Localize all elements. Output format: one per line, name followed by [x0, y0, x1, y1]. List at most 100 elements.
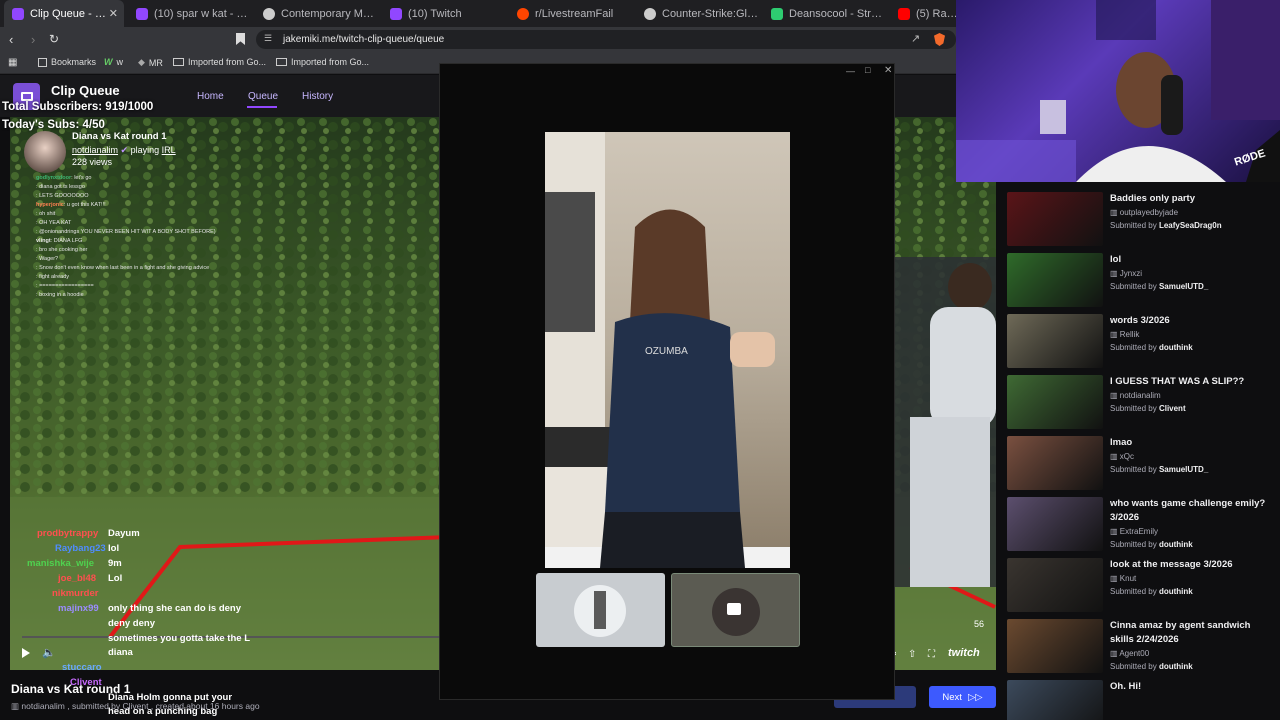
video-thumbnail-1[interactable]: [536, 573, 665, 647]
w-logo-icon: W: [104, 57, 113, 67]
url-bar[interactable]: ☰ jakemiki.me/twitch-clip-queue/queue ↗: [256, 30, 956, 49]
tab-4[interactable]: r/LivestreamFail: [509, 0, 634, 27]
clip-title: Diana vs Kat round 1: [72, 131, 167, 142]
nav-home[interactable]: Home: [197, 91, 224, 102]
tab-label: Deansocool - Streamer Ou: [789, 7, 888, 20]
nav-queue-underline: [247, 106, 277, 108]
volume-icon[interactable]: 🔈: [42, 646, 56, 659]
channel-avatar[interactable]: [24, 131, 66, 173]
queue-item-channel: ▥ outplayedbyjade: [1110, 208, 1179, 217]
clip-icon: ▥: [11, 701, 20, 711]
bookmark-w[interactable]: Ww: [104, 57, 123, 67]
tab-3[interactable]: (10) Twitch: [382, 0, 507, 27]
queue-item-thumbnail[interactable]: [1007, 558, 1103, 612]
close-icon[interactable]: ✕: [109, 7, 118, 20]
reddit-icon: [517, 7, 529, 20]
queue-item-thumbnail[interactable]: [1007, 253, 1103, 307]
nav-queue[interactable]: Queue: [248, 91, 278, 102]
folder-icon: [173, 58, 184, 66]
tab-5[interactable]: Counter-Strike:Global Offe: [636, 0, 761, 27]
tab-label: (10) spar w kat - Twitch: [154, 7, 253, 20]
clip-meta: notdianalim , submitted by Clivent , cre…: [21, 701, 260, 711]
video-thumbnail-2[interactable]: [671, 573, 800, 647]
url-text[interactable]: jakemiki.me/twitch-clip-queue/queue: [283, 34, 444, 45]
clip-icon: ▥: [1110, 574, 1120, 583]
nav-history[interactable]: History: [302, 91, 333, 102]
chat-line: : boxing in a hoodie: [36, 292, 84, 298]
queue-item[interactable]: who wants game challenge emily? 3/2026 ▥ …: [1000, 495, 1280, 555]
bookmark-folder-1[interactable]: Imported from Go...: [173, 57, 266, 67]
tab-0[interactable]: Clip Queue - Closed ✕: [4, 0, 124, 27]
queue-item[interactable]: look at the message 3/2026 ▥ Knut Submitte…: [1000, 556, 1280, 616]
clip-game[interactable]: IRL: [162, 145, 176, 155]
tab-label: Clip Queue - Closed: [30, 7, 109, 20]
play-icon[interactable]: [22, 648, 30, 658]
queue-item-thumbnail[interactable]: [1007, 436, 1103, 490]
bookmark-page-icon[interactable]: [236, 33, 245, 45]
clip-icon: ▥: [1110, 330, 1120, 339]
t-logo-icon: [771, 7, 783, 20]
queue-item[interactable]: I GUESS THAT WAS A SLIP?? ▥ notdianalim Su…: [1000, 373, 1280, 433]
clip-channel[interactable]: notdianalim: [72, 145, 118, 155]
bookmark-bookmarks[interactable]: Bookmarks: [38, 57, 96, 67]
queue-item-submitter: Submitted by douthink: [1110, 343, 1193, 352]
queue-item-submitter: Submitted by SamuelUTD_: [1110, 282, 1209, 291]
queue-item-submitter: Submitted by Clivent: [1110, 404, 1186, 413]
twitch-icon: [12, 7, 24, 20]
svg-text:OZUMBA: OZUMBA: [645, 346, 688, 357]
queue-item-channel: ▥ Agent00: [1110, 649, 1150, 658]
twitch-brand-text[interactable]: twitch: [948, 647, 980, 659]
queue-item-channel: ▥ xQc: [1110, 452, 1135, 461]
chat-user: manishka_wije: [27, 558, 95, 569]
queue-item-thumbnail[interactable]: [1007, 192, 1103, 246]
twitch-icon: [390, 7, 402, 20]
app-title: Clip Queue: [51, 83, 120, 98]
forward-icon[interactable]: ›: [31, 32, 35, 47]
apps-grid-icon[interactable]: ▦: [8, 57, 17, 68]
queue-item-thumbnail[interactable]: [1007, 314, 1103, 368]
queue-item[interactable]: lol ▥ Jynxzi Submitted by SamuelUTD_: [1000, 251, 1280, 311]
total-subs-counter: Total Subscribers: 919/1000: [2, 101, 154, 113]
chat-line: hyperjonic: u got this KAT!!!: [36, 202, 106, 208]
queue-item-thumbnail[interactable]: [1007, 375, 1103, 429]
queue-item[interactable]: lmao ▥ xQc Submitted by SamuelUTD_: [1000, 434, 1280, 494]
queue-item-title: I GUESS THAT WAS A SLIP??: [1110, 376, 1245, 387]
tab-6[interactable]: Deansocool - Streamer Ou: [763, 0, 888, 27]
site-settings-icon[interactable]: ☰: [264, 33, 272, 44]
chat-line: : @onionandrings YOU NEVER BEEN HIT WIT …: [36, 229, 216, 235]
minimize-icon[interactable]: —: [846, 66, 855, 76]
tab-2[interactable]: Contemporary Menswear: [255, 0, 380, 27]
vertical-video[interactable]: OZUMBA: [545, 132, 790, 568]
tab-label: r/LivestreamFail: [535, 7, 614, 20]
queue-item-title: Oh. Hi!: [1110, 681, 1142, 692]
tab-1[interactable]: (10) spar w kat - Twitch: [128, 0, 253, 27]
bookmark-folder-2[interactable]: Imported from Go...: [276, 57, 369, 67]
chat-line: : OH YEA KAT: [36, 220, 72, 226]
fullscreen-icon[interactable]: ⛶: [928, 649, 935, 660]
maximize-icon[interactable]: □: [865, 65, 870, 75]
bookmark-mr[interactable]: ◆ MR: [138, 57, 163, 68]
close-icon[interactable]: ✕: [884, 65, 892, 76]
queue-item[interactable]: Oh. Hi!: [1000, 678, 1280, 720]
tab-label: Counter-Strike:Global Offe: [662, 7, 761, 20]
queue-item-thumbnail[interactable]: [1007, 497, 1103, 551]
reload-icon[interactable]: ↻: [49, 32, 59, 46]
tab-7[interactable]: (5) Race High: [890, 0, 960, 27]
chat-msg: only thing she can do is deny: [108, 603, 242, 614]
brave-shield-icon[interactable]: [934, 33, 945, 46]
next-button[interactable]: Next ▷▷: [929, 686, 996, 708]
share-icon[interactable]: ⇧: [908, 649, 916, 660]
chat-user: Raybang23: [55, 543, 106, 554]
chat-line: vlingt: DIANA LFG: [36, 238, 83, 244]
clip-meta-row: ▥ notdianalim , submitted by Clivent , c…: [11, 701, 260, 712]
queue-item[interactable]: words 3/2026 ▥ Rellik Submitted by douthin…: [1000, 312, 1280, 372]
queue-item[interactable]: Cinna amaz by agent sandwich skills 2/24…: [1000, 617, 1280, 677]
queue-item-submitter: Submitted by douthink: [1110, 540, 1193, 549]
queue-item-thumbnail[interactable]: [1007, 680, 1103, 720]
share-icon[interactable]: ↗: [911, 32, 920, 45]
queue-item-channel: ▥ ExtraEmily: [1110, 527, 1159, 536]
back-icon[interactable]: ‹: [9, 32, 13, 47]
queue-item-title: lol: [1110, 254, 1122, 265]
queue-item[interactable]: Baddies only party ▥ outplayedbyjade Submi…: [1000, 190, 1280, 250]
queue-item-thumbnail[interactable]: [1007, 619, 1103, 673]
